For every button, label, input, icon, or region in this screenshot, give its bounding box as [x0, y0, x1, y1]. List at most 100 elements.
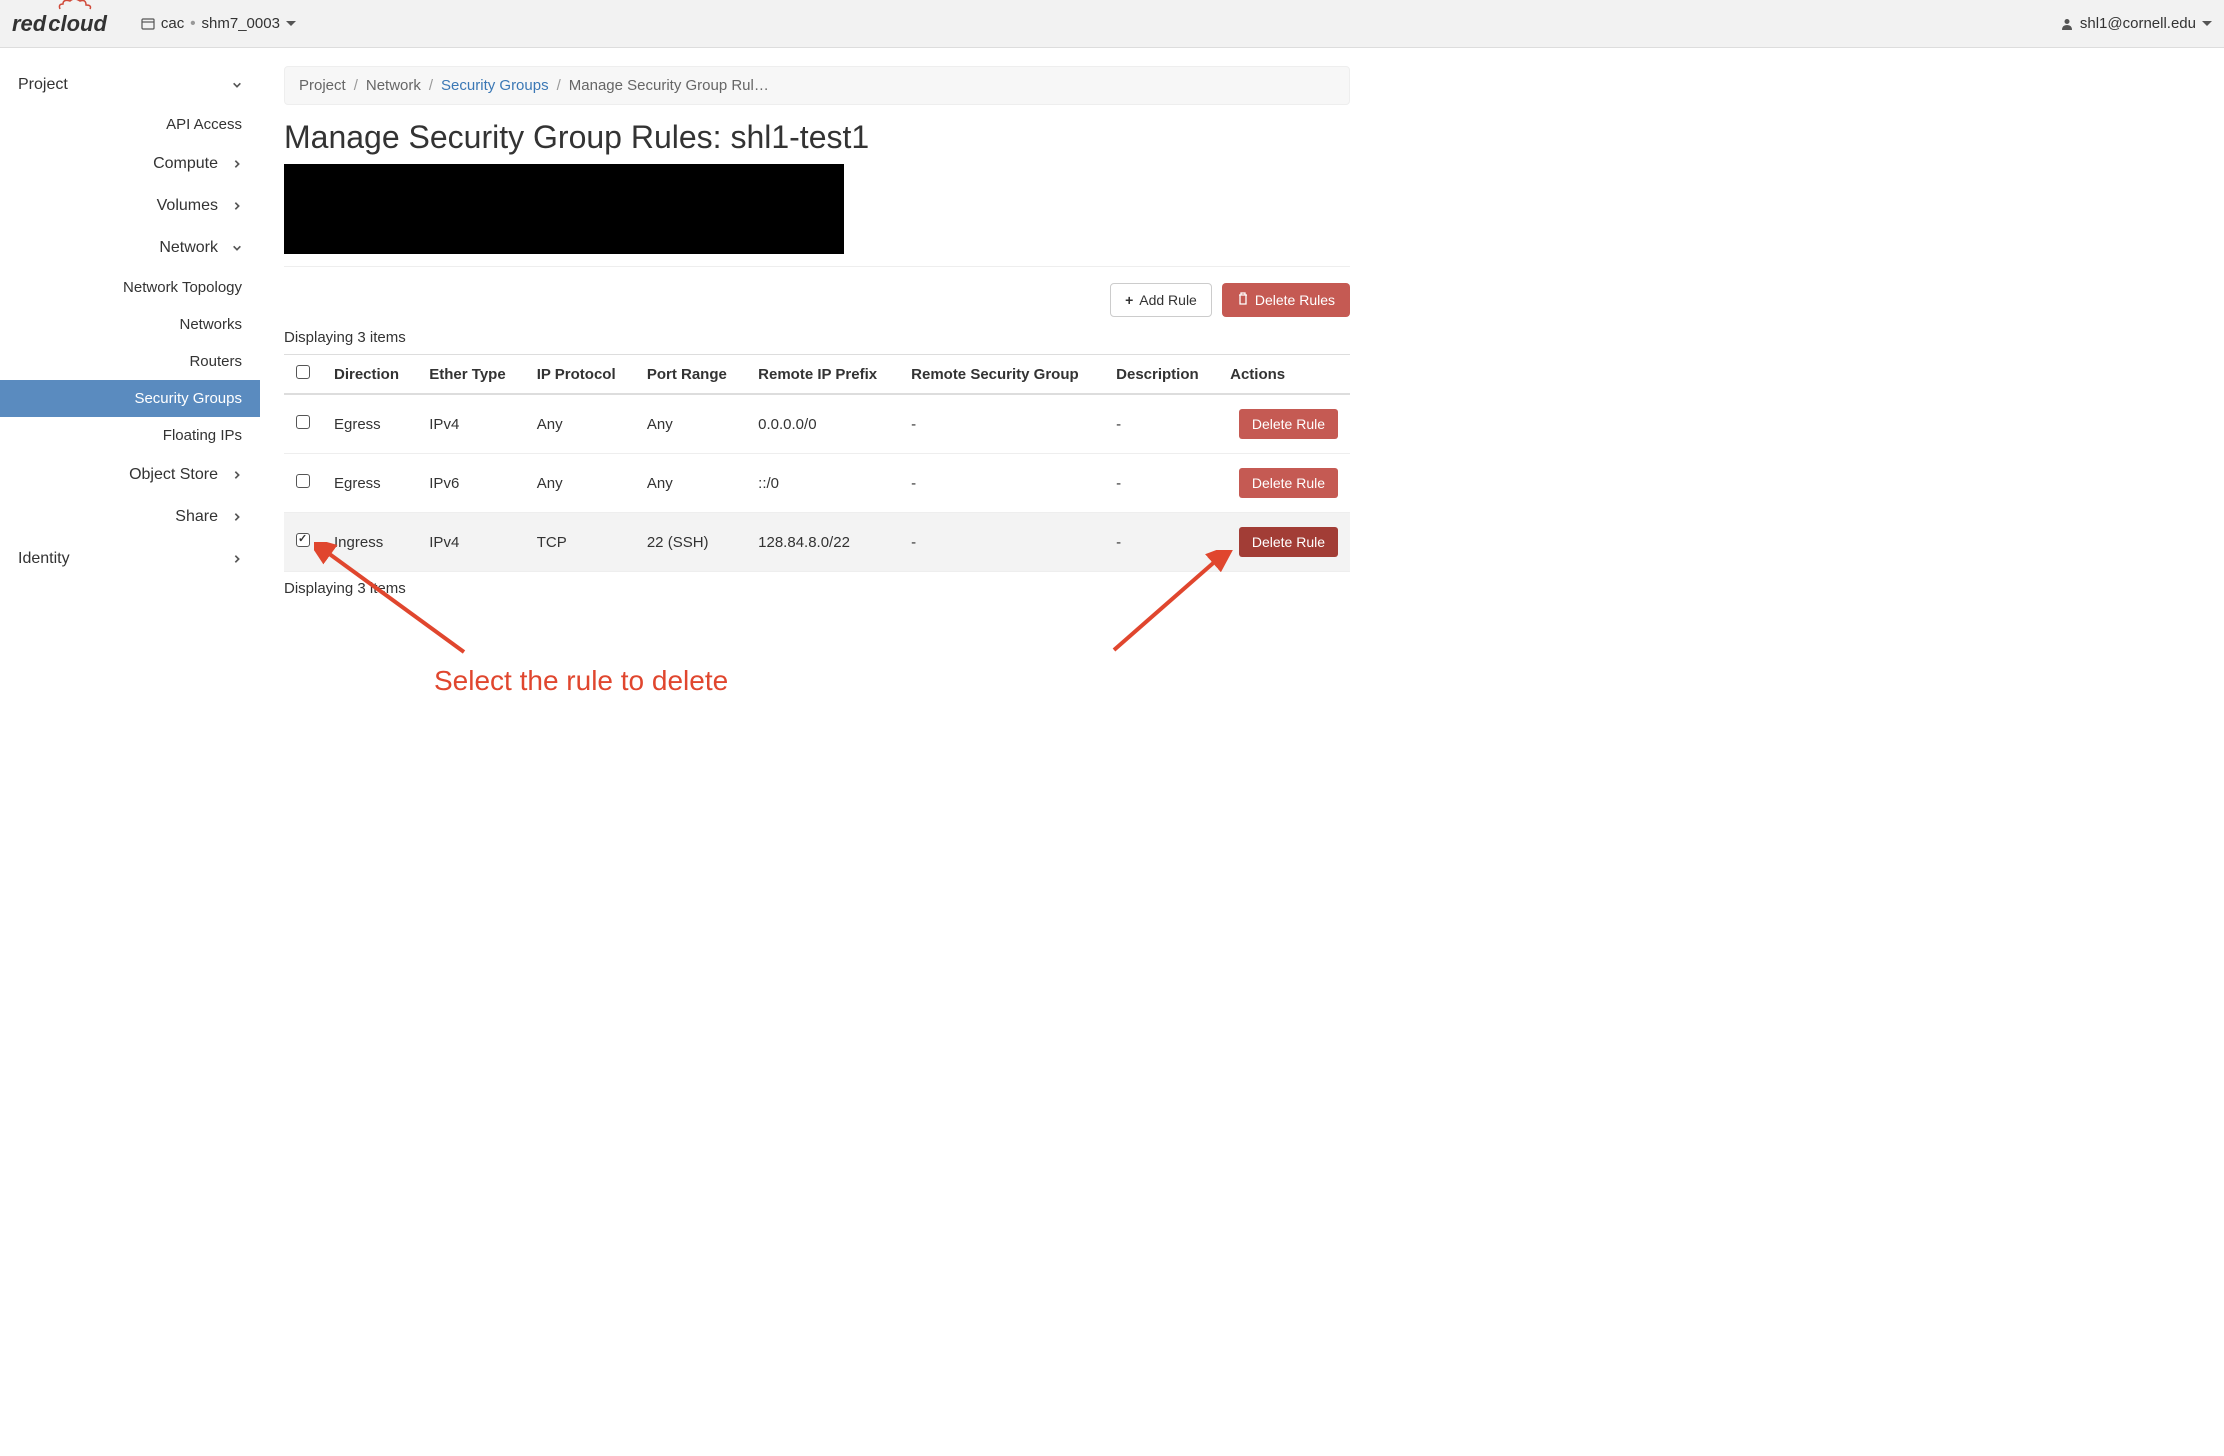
domain-icon [141, 17, 155, 31]
crumb-security-groups[interactable]: Security Groups [441, 77, 549, 94]
add-rule-label: Add Rule [1139, 292, 1197, 308]
trash-icon [1237, 292, 1249, 308]
cell-remote-ip: 0.0.0.0/0 [746, 394, 899, 454]
page-title: Manage Security Group Rules: shl1-test1 [284, 119, 1350, 156]
nav-networks[interactable]: Networks [0, 306, 260, 343]
annotation-layer: Displaying 3 items Select the rule to de… [284, 580, 1350, 597]
chevron-right-icon [232, 201, 242, 211]
chevron-right-icon [232, 159, 242, 169]
delete-rule-button[interactable]: Delete Rule [1239, 527, 1338, 557]
select-all-checkbox[interactable] [296, 365, 310, 379]
nav-floating-ips[interactable]: Floating IPs [0, 417, 260, 454]
col-ether-type[interactable]: Ether Type [417, 355, 524, 395]
chevron-right-icon [232, 470, 242, 480]
cell-description: - [1104, 454, 1218, 513]
col-description[interactable]: Description [1104, 355, 1218, 395]
chevron-down-icon [232, 243, 242, 253]
nav-project[interactable]: Project [0, 64, 260, 106]
logo-text-cloud-label: cloud [48, 11, 107, 36]
crumb-current: Manage Security Group Rul… [569, 77, 769, 94]
cell-remote-sg: - [899, 394, 1104, 454]
table-header-row: Direction Ether Type IP Protocol Port Ra… [284, 355, 1350, 395]
display-count-top: Displaying 3 items [284, 329, 1350, 346]
delete-rule-button[interactable]: Delete Rule [1239, 468, 1338, 498]
nav-object-store-label: Object Store [129, 466, 218, 484]
cell-port-range: Any [635, 394, 746, 454]
project-name: shm7_0003 [202, 15, 280, 32]
nav-compute[interactable]: Compute [0, 143, 260, 185]
chevron-down-icon [232, 80, 242, 90]
table-actions: + Add Rule Delete Rules [284, 283, 1350, 317]
crumb-sep: / [429, 77, 433, 94]
redacted-block [284, 164, 844, 254]
project-selector[interactable]: cac • shm7_0003 [141, 15, 296, 32]
nav-project-label: Project [18, 76, 68, 94]
chevron-right-icon [232, 512, 242, 522]
sidebar: Project API Access Compute Volumes Netwo… [0, 48, 260, 645]
col-remote-ip[interactable]: Remote IP Prefix [746, 355, 899, 395]
cell-port-range: 22 (SSH) [635, 513, 746, 572]
topbar: red cloud cac • shm7_0003 shl1@cornell.e… [0, 0, 2224, 48]
col-direction[interactable]: Direction [322, 355, 417, 395]
annotation-arrow-right [1104, 550, 1234, 660]
nav-object-store[interactable]: Object Store [0, 454, 260, 496]
annotation-arrow-left [314, 542, 474, 662]
cell-remote-sg: - [899, 454, 1104, 513]
cell-description: - [1104, 394, 1218, 454]
main: Project / Network / Security Groups / Ma… [260, 48, 1360, 645]
user-label: shl1@cornell.edu [2080, 15, 2196, 32]
cell-remote-ip: ::/0 [746, 454, 899, 513]
logo[interactable]: red cloud [12, 11, 107, 37]
crumb-sep: / [354, 77, 358, 94]
nav-security-groups[interactable]: Security Groups [0, 380, 260, 417]
chevron-right-icon [232, 554, 242, 564]
col-port-range[interactable]: Port Range [635, 355, 746, 395]
cell-remote-sg: - [899, 513, 1104, 572]
cell-ether-type: IPv6 [417, 454, 524, 513]
cell-ip-protocol: Any [525, 394, 635, 454]
col-remote-sg[interactable]: Remote Security Group [899, 355, 1104, 395]
breadcrumb: Project / Network / Security Groups / Ma… [284, 66, 1350, 105]
nav-identity[interactable]: Identity [0, 538, 260, 580]
delete-rule-button[interactable]: Delete Rule [1239, 409, 1338, 439]
row-checkbox[interactable] [296, 474, 310, 488]
cell-ip-protocol: TCP [525, 513, 635, 572]
row-checkbox[interactable] [296, 533, 310, 547]
row-checkbox[interactable] [296, 415, 310, 429]
cell-direction: Egress [322, 394, 417, 454]
nav-network-topology[interactable]: Network Topology [0, 269, 260, 306]
col-actions: Actions [1218, 355, 1350, 395]
rules-table: Direction Ether Type IP Protocol Port Ra… [284, 354, 1350, 572]
user-icon [2060, 17, 2074, 31]
project-sep: • [190, 15, 195, 32]
user-menu[interactable]: shl1@cornell.edu [2060, 15, 2212, 32]
cell-ether-type: IPv4 [417, 394, 524, 454]
table-row: EgressIPv4AnyAny0.0.0.0/0--Delete Rule [284, 394, 1350, 454]
nav-network[interactable]: Network [0, 227, 260, 269]
annotation-text: Select the rule to delete [434, 665, 728, 697]
cloud-icon [56, 0, 96, 13]
cell-remote-ip: 128.84.8.0/22 [746, 513, 899, 572]
delete-rules-label: Delete Rules [1255, 292, 1335, 308]
divider [284, 266, 1350, 267]
nav-share-label: Share [175, 508, 218, 526]
plus-icon: + [1125, 292, 1133, 308]
nav-routers[interactable]: Routers [0, 343, 260, 380]
crumb-network[interactable]: Network [366, 77, 421, 94]
caret-down-icon [286, 21, 296, 26]
add-rule-button[interactable]: + Add Rule [1110, 283, 1212, 317]
nav-compute-label: Compute [153, 155, 218, 173]
nav-share[interactable]: Share [0, 496, 260, 538]
nav-api-access[interactable]: API Access [0, 106, 260, 143]
nav-volumes[interactable]: Volumes [0, 185, 260, 227]
col-ip-protocol[interactable]: IP Protocol [525, 355, 635, 395]
delete-rules-button[interactable]: Delete Rules [1222, 283, 1350, 317]
crumb-sep: / [557, 77, 561, 94]
nav-volumes-label: Volumes [157, 197, 218, 215]
logo-text-red: red [12, 11, 46, 37]
crumb-project[interactable]: Project [299, 77, 346, 94]
nav-network-label: Network [159, 239, 218, 257]
cell-direction: Egress [322, 454, 417, 513]
nav-identity-label: Identity [18, 550, 70, 568]
project-domain: cac [161, 15, 184, 32]
